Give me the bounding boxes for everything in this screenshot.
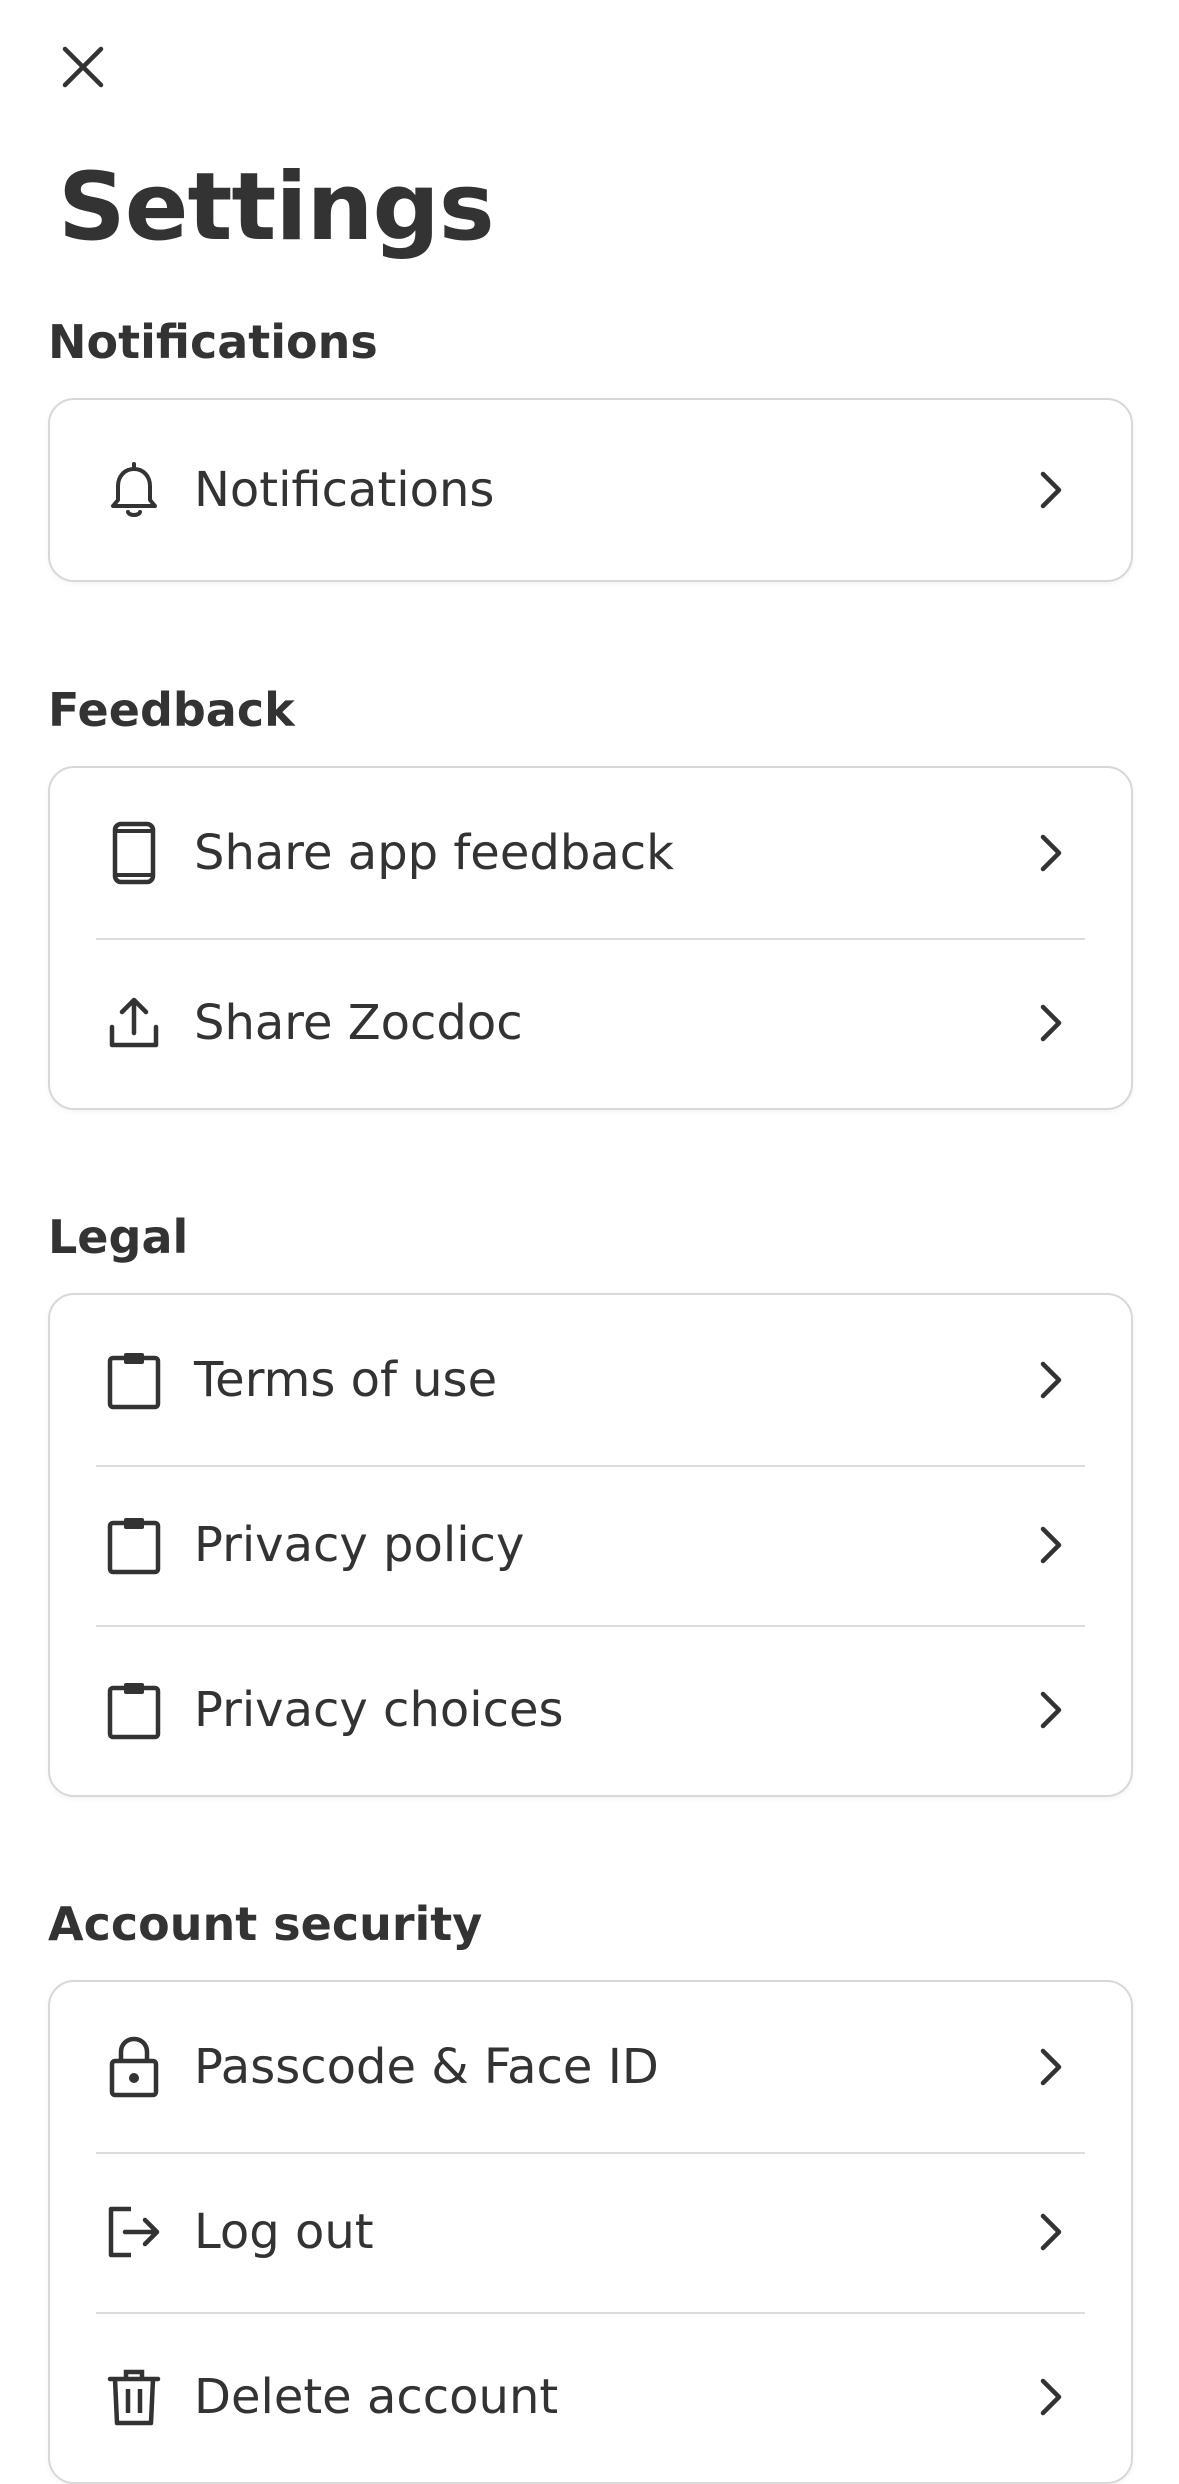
section-account-security: Account security Passcode & Face ID Log … [48, 1892, 1133, 2484]
row-label: Terms of use [194, 1352, 498, 1408]
row-label: Notifications [194, 462, 495, 518]
chevron-right-icon [1031, 1003, 1071, 1043]
row-log-out[interactable]: Log out [50, 2152, 1131, 2312]
chevron-right-icon [1031, 1360, 1071, 1400]
row-privacy-policy[interactable]: Privacy policy [50, 1465, 1131, 1625]
row-label: Delete account [194, 2369, 559, 2425]
row-label: Privacy policy [194, 1517, 525, 1573]
clipboard-icon [104, 1515, 164, 1575]
row-label: Privacy choices [194, 1682, 564, 1738]
row-share-app-feedback[interactable]: Share app feedback [50, 768, 1131, 938]
section-feedback: Feedback Share app feedback Share Zocdoc [48, 678, 1133, 1110]
clipboard-icon [104, 1350, 164, 1410]
section-legal: Legal Terms of use Privacy policy Privac… [48, 1205, 1133, 1797]
lock-icon [104, 2036, 164, 2098]
share-upload-icon [104, 993, 164, 1053]
chevron-right-icon [1031, 2377, 1071, 2417]
settings-card: Passcode & Face ID Log out Delete accoun… [48, 1980, 1133, 2484]
page-title: Settings [58, 153, 495, 262]
row-notifications[interactable]: Notifications [50, 400, 1131, 580]
settings-card: Terms of use Privacy policy Privacy choi… [48, 1293, 1133, 1797]
settings-card: Notifications [48, 398, 1133, 582]
trash-icon [104, 2367, 164, 2427]
section-notifications: Notifications Notifications [48, 310, 1133, 582]
chevron-right-icon [1031, 2212, 1071, 2252]
row-label: Log out [194, 2204, 374, 2260]
chevron-right-icon [1031, 470, 1071, 510]
close-icon [59, 43, 107, 91]
close-button[interactable] [48, 32, 118, 102]
row-privacy-choices[interactable]: Privacy choices [50, 1625, 1131, 1795]
row-passcode-face-id[interactable]: Passcode & Face ID [50, 1982, 1131, 2152]
chevron-right-icon [1031, 1690, 1071, 1730]
logout-icon [104, 2202, 164, 2262]
row-label: Share Zocdoc [194, 995, 523, 1051]
row-terms-of-use[interactable]: Terms of use [50, 1295, 1131, 1465]
chevron-right-icon [1031, 2047, 1071, 2087]
section-heading: Feedback [48, 683, 295, 737]
settings-card: Share app feedback Share Zocdoc [48, 766, 1133, 1110]
bell-icon [104, 460, 164, 520]
row-label: Share app feedback [194, 825, 674, 881]
row-label: Passcode & Face ID [194, 2039, 659, 2095]
chevron-right-icon [1031, 833, 1071, 873]
chevron-right-icon [1031, 1525, 1071, 1565]
phone-icon [104, 821, 164, 885]
row-share-zocdoc[interactable]: Share Zocdoc [50, 938, 1131, 1108]
section-heading: Notifications [48, 315, 378, 369]
row-delete-account[interactable]: Delete account [50, 2312, 1131, 2482]
section-heading: Legal [48, 1210, 189, 1264]
clipboard-icon [104, 1680, 164, 1740]
section-heading: Account security [48, 1897, 483, 1951]
